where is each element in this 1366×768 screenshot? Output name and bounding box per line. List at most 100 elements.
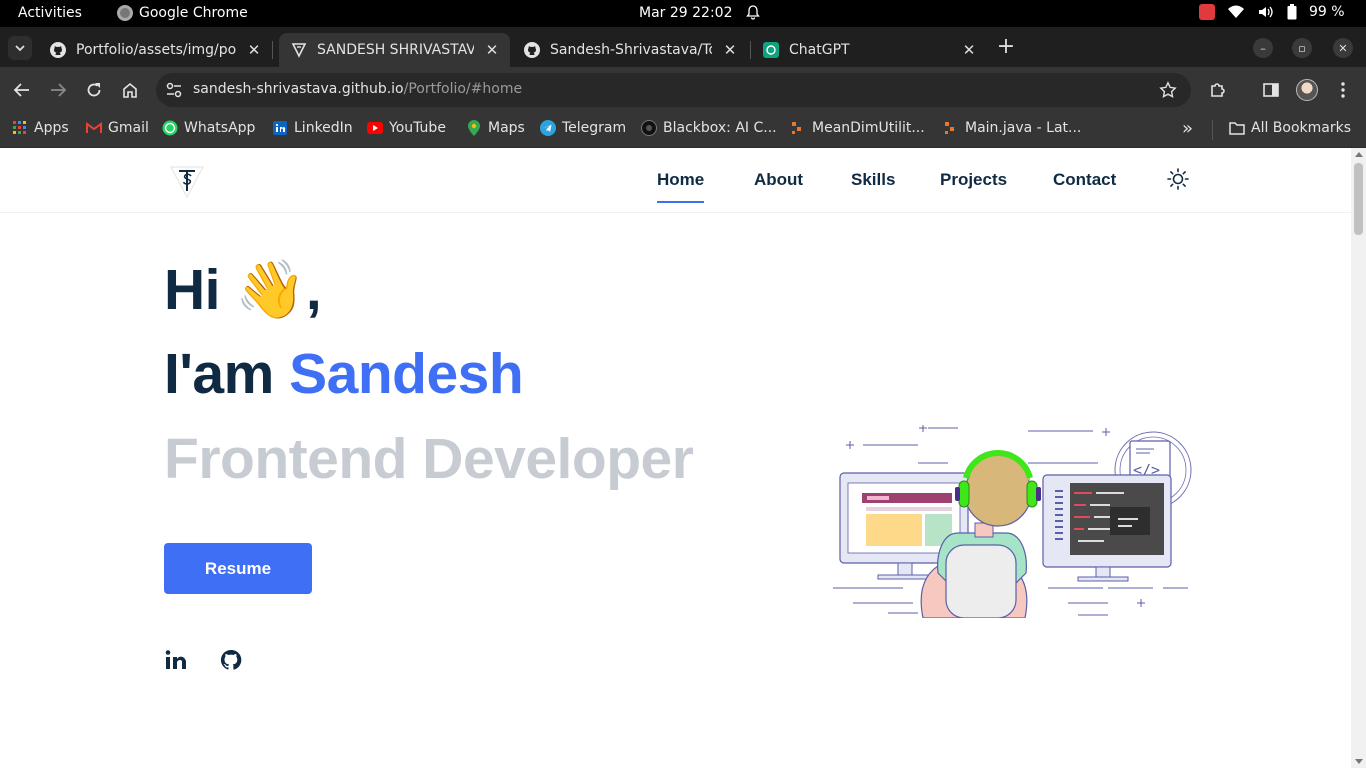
bookmark-label: All Bookmarks — [1251, 120, 1352, 136]
nav-home[interactable]: Home — [657, 170, 705, 203]
telegram-icon — [540, 120, 556, 136]
clock[interactable]: Mar 29 22:02 — [639, 5, 732, 21]
home-icon — [123, 82, 137, 98]
close-window-button[interactable]: ✕ — [1333, 38, 1353, 58]
linkedin-icon — [272, 120, 288, 136]
github-icon[interactable] — [219, 648, 243, 672]
bookmarks-overflow-button[interactable]: » — [1182, 118, 1193, 139]
close-tab-icon[interactable]: ✕ — [720, 40, 740, 60]
tab-search-button[interactable] — [8, 36, 32, 60]
all-bookmarks-button[interactable]: All Bookmarks — [1229, 120, 1351, 136]
tab-title: ChatGPT — [789, 42, 850, 58]
site-info-icon[interactable] — [165, 81, 183, 99]
reload-button[interactable] — [82, 78, 106, 102]
puzzle-icon — [1211, 83, 1225, 97]
wifi-icon — [1228, 5, 1244, 18]
side-panel-button[interactable] — [1260, 79, 1282, 101]
close-tab-icon[interactable]: ✕ — [244, 40, 264, 60]
tab-portfolio-assets[interactable]: Portfolio/assets/img/po ✕ — [38, 33, 272, 67]
battery-percentage: 99 % — [1309, 4, 1345, 20]
activities-button[interactable]: Activities — [18, 5, 82, 21]
back-button[interactable] — [10, 78, 34, 102]
scroll-up-arrow-icon[interactable] — [1355, 152, 1363, 157]
nav-about[interactable]: About — [754, 170, 803, 190]
url-domain: sandesh-shrivastava.github.io — [193, 81, 404, 97]
side-panel-icon — [1263, 83, 1279, 97]
blackbox-icon — [641, 120, 657, 136]
hero-intro: I'am Sandesh — [164, 341, 524, 407]
site-header: Home About Skills Projects Contact — [0, 148, 1351, 213]
web-page: Home About Skills Projects Contact Hi 👋,… — [0, 148, 1351, 768]
minimize-button[interactable]: – — [1253, 38, 1273, 58]
anydesk-tray-icon[interactable] — [1199, 4, 1215, 20]
bookmark-label: MeanDimUtilit... — [812, 120, 925, 136]
bookmark-main-java[interactable]: Main.java - Lat... — [943, 120, 1081, 136]
overleaf-icon — [943, 120, 959, 136]
tab-separator — [272, 41, 273, 59]
tab-sandesh-shrivastava[interactable]: SANDESH SHRIVASTAVA ✕ — [279, 33, 510, 67]
bookmark-label: LinkedIn — [294, 120, 353, 136]
tab-title: Sandesh-Shrivastava/To — [550, 42, 712, 58]
bookmark-youtube[interactable]: YouTube — [367, 120, 446, 136]
forward-button[interactable] — [46, 78, 70, 102]
scrollbar-thumb[interactable] — [1354, 163, 1363, 235]
system-top-bar: Activities Google Chrome Mar 29 22:02 99… — [0, 0, 1366, 27]
bookmark-linkedin[interactable]: LinkedIn — [272, 120, 353, 136]
youtube-icon — [367, 120, 383, 136]
nav-skills[interactable]: Skills — [851, 170, 895, 190]
bookmark-whatsapp[interactable]: WhatsApp — [162, 120, 255, 136]
hero-role: Frontend Developer — [164, 427, 694, 491]
new-tab-button[interactable]: + — [994, 36, 1018, 60]
app-name: Google Chrome — [139, 5, 248, 21]
system-tray[interactable]: 99 % — [1199, 4, 1345, 20]
kebab-menu-icon — [1341, 82, 1345, 98]
intro-text: I'am — [164, 342, 290, 406]
close-tab-icon[interactable]: ✕ — [959, 40, 979, 60]
maps-pin-icon — [466, 120, 482, 136]
url-text[interactable]: sandesh-shrivastava.github.io/Portfolio/… — [193, 81, 522, 97]
app-menu[interactable]: Google Chrome — [117, 5, 248, 21]
bookmark-label: Blackbox: AI C... — [663, 120, 777, 136]
resume-button[interactable]: Resume — [164, 543, 312, 594]
nav-projects[interactable]: Projects — [940, 170, 1007, 190]
address-bar[interactable]: sandesh-shrivastava.github.io/Portfolio/… — [156, 73, 1191, 107]
hero-greeting: Hi 👋, — [164, 256, 322, 323]
tab-title: Portfolio/assets/img/po — [76, 42, 236, 58]
maximize-button[interactable]: ▫ — [1292, 38, 1312, 58]
github-icon — [50, 42, 66, 58]
scroll-down-arrow-icon[interactable] — [1355, 759, 1363, 764]
bookmark-star-icon[interactable] — [1159, 81, 1177, 99]
sun-icon[interactable] — [1166, 167, 1190, 191]
bookmark-maps[interactable]: Maps — [466, 120, 525, 136]
tab-chatgpt[interactable]: ChatGPT ✕ — [751, 33, 987, 67]
bookmark-gmail[interactable]: Gmail — [86, 120, 149, 136]
linkedin-icon[interactable] — [164, 648, 188, 672]
notification-bell-icon — [746, 5, 760, 20]
site-logo[interactable] — [168, 162, 206, 200]
tab-title: SANDESH SHRIVASTAVA — [317, 42, 474, 58]
profile-button[interactable] — [1296, 79, 1318, 101]
chrome-icon — [117, 5, 133, 21]
waving-hand-emoji: 👋 — [235, 258, 306, 322]
bookmark-meandimutilit[interactable]: MeanDimUtilit... — [790, 120, 925, 136]
chrome-menu-button[interactable] — [1332, 79, 1354, 101]
battery-icon — [1287, 4, 1297, 20]
tab-sandesh-repo[interactable]: Sandesh-Shrivastava/To ✕ — [512, 33, 748, 67]
browser-toolbar: sandesh-shrivastava.github.io/Portfolio/… — [0, 67, 1366, 112]
extensions-button[interactable] — [1207, 79, 1229, 101]
bookmark-blackbox[interactable]: Blackbox: AI C... — [641, 120, 777, 136]
close-tab-icon[interactable]: ✕ — [482, 40, 502, 60]
bookmark-apps[interactable]: Apps — [12, 120, 69, 136]
home-button[interactable] — [118, 78, 142, 102]
page-scrollbar[interactable] — [1351, 148, 1366, 768]
gmail-icon — [86, 120, 102, 136]
overleaf-icon — [790, 120, 806, 136]
arrow-left-icon — [13, 83, 29, 97]
github-icon — [524, 42, 540, 58]
reload-icon — [87, 83, 101, 97]
nav-contact[interactable]: Contact — [1053, 170, 1116, 190]
developer-illustration: </> — [833, 425, 1192, 618]
volume-icon — [1259, 6, 1273, 18]
folder-icon — [1229, 120, 1245, 136]
bookmark-telegram[interactable]: Telegram — [540, 120, 626, 136]
